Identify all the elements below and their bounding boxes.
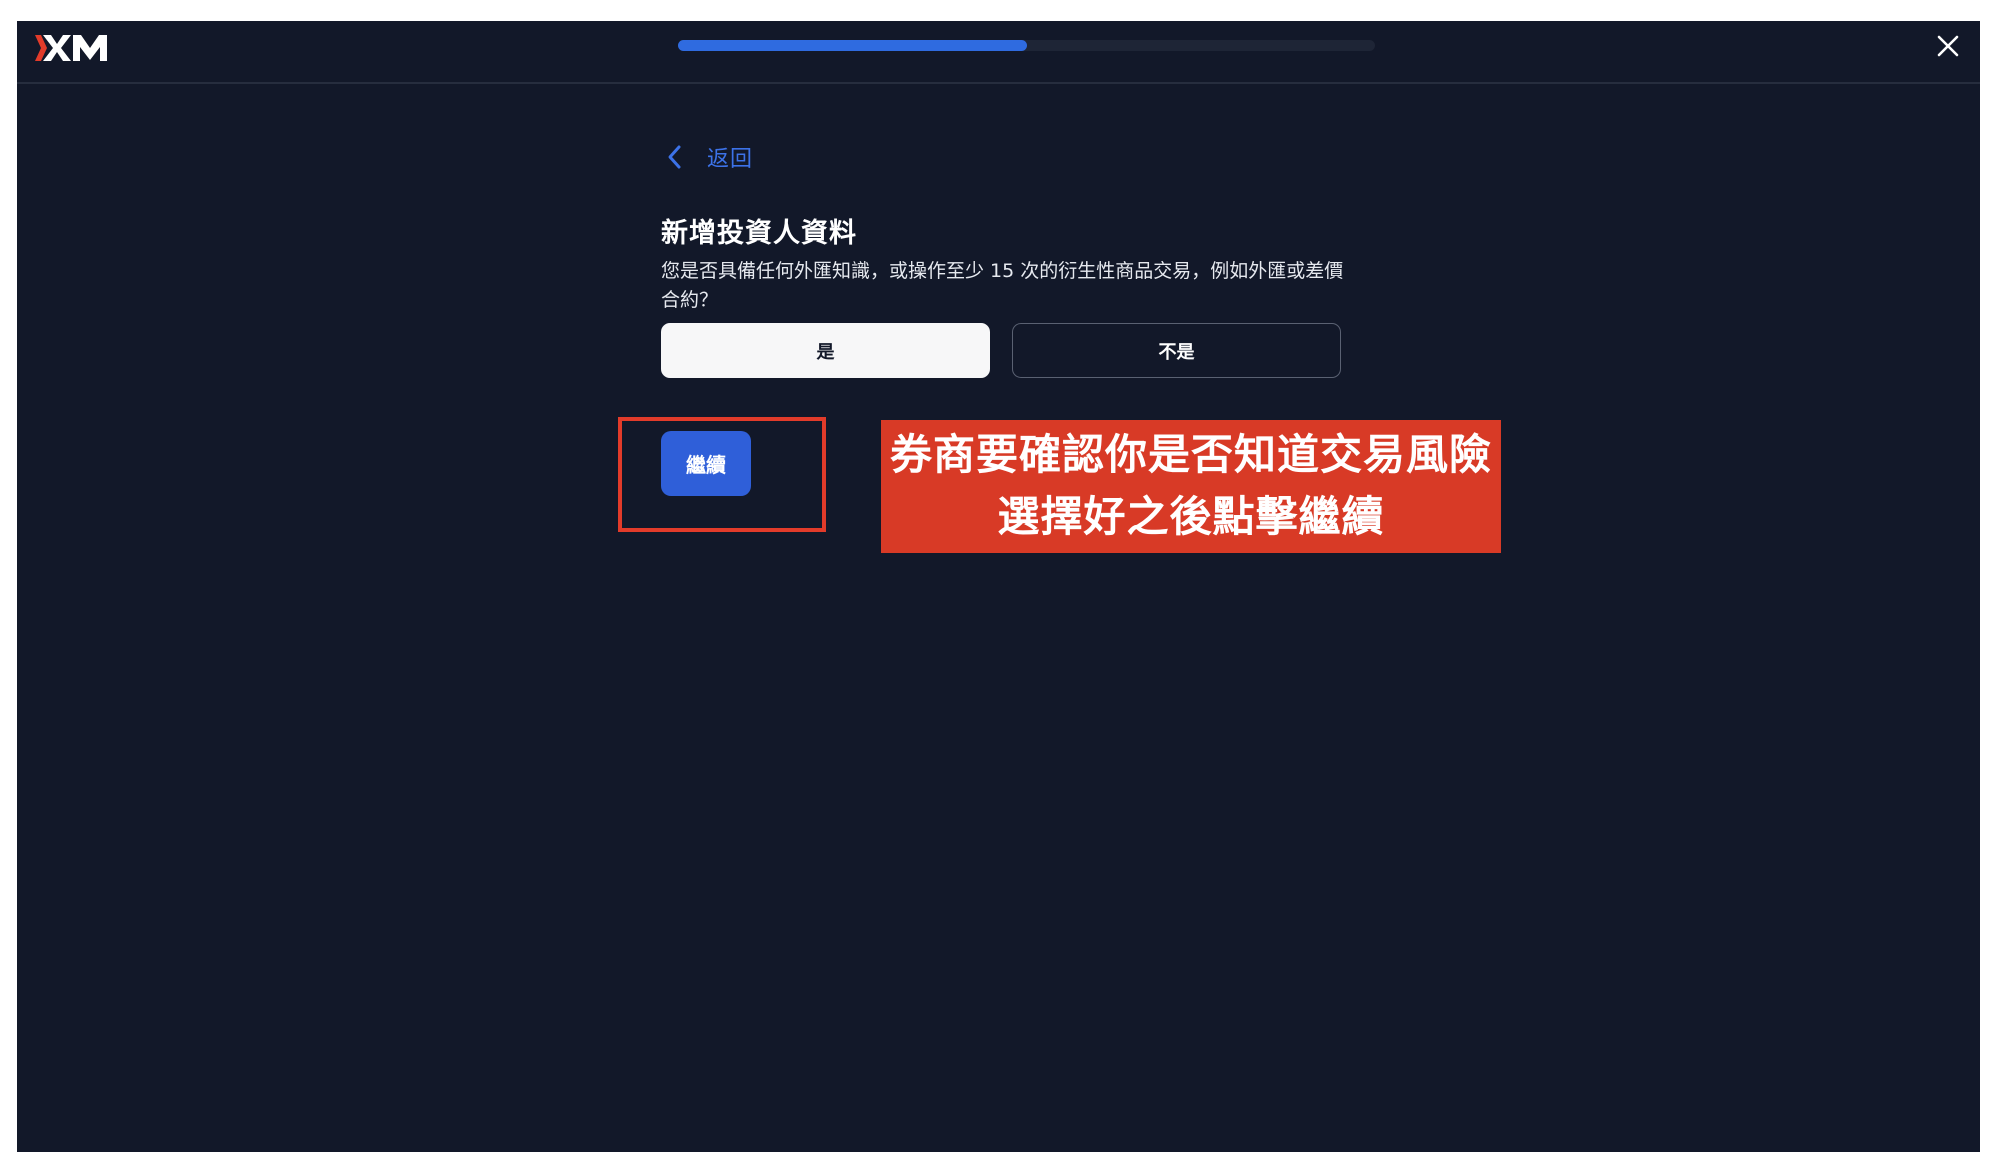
xm-logo xyxy=(35,35,107,61)
annotation-line-1: 券商要確認你是否知道交易風險 xyxy=(889,430,1492,479)
continue-button[interactable]: 繼續 xyxy=(661,431,751,496)
option-yes-button[interactable]: 是 xyxy=(661,323,990,378)
chevron-left-icon xyxy=(668,145,681,169)
annotation-line-2: 選擇好之後點擊繼續 xyxy=(997,492,1385,541)
page-title: 新增投資人資料 xyxy=(661,218,857,249)
progress-fill xyxy=(678,40,1027,51)
back-label: 返回 xyxy=(707,147,754,172)
annotation-callout: 券商要確認你是否知道交易風險 選擇好之後點擊繼續 xyxy=(881,420,1501,553)
option-no-button[interactable]: 不是 xyxy=(1012,323,1341,378)
progress-bar xyxy=(678,40,1375,51)
close-icon[interactable] xyxy=(1935,33,1961,59)
back-button[interactable]: 返回 xyxy=(667,139,753,175)
question-text: 您是否具備任何外匯知識，或操作至少 15 次的衍生性商品交易，例如外匯或差價合約… xyxy=(661,260,1344,311)
top-bar xyxy=(17,21,1980,84)
app-window: 返回 新增投資人資料 您是否具備任何外匯知識，或操作至少 15 次的衍生性商品交… xyxy=(17,21,1980,1152)
